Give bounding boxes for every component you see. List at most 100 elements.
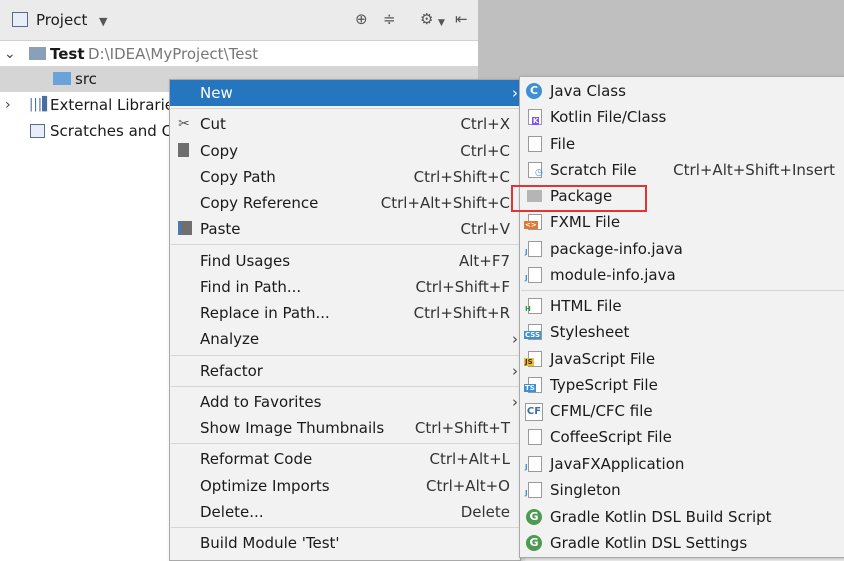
menu-item-label: Refactor [200, 362, 263, 380]
menu-item-shortcut: Ctrl+Shift+F [415, 278, 510, 296]
gradle-icon: G [526, 509, 542, 525]
submenu-item-module-info[interactable]: J module-info.java [520, 262, 844, 288]
chevron-right-icon[interactable]: › [5, 92, 11, 118]
menu-item-label: Analyze [200, 330, 260, 348]
menu-item-add-to-favorites[interactable]: Add to Favorites › [170, 389, 520, 415]
menu-item-label: CoffeeScript File [550, 428, 672, 446]
locate-target-icon[interactable]: ⊕ [355, 9, 368, 29]
submenu-item-coffeescript-file[interactable]: CoffeeScript File [520, 424, 844, 450]
menu-item-shortcut: Ctrl+Shift+T [414, 419, 510, 437]
menu-item-label: Gradle Kotlin DSL Build Script [550, 508, 772, 526]
paste-icon [178, 221, 192, 235]
chevron-right-icon: › [512, 362, 518, 380]
hide-panel-icon[interactable]: ⇤ [455, 9, 468, 29]
menu-item-label: Reformat Code [200, 450, 313, 468]
submenu-item-singleton[interactable]: J Singleton [520, 477, 844, 503]
java-badge-icon: J [525, 489, 528, 497]
menu-item-copy[interactable]: Copy Ctrl+C [170, 138, 520, 164]
menu-item-find-usages[interactable]: Find Usages Alt+F7 [170, 248, 520, 274]
fxml-badge-icon: <> [524, 221, 538, 229]
menu-item-new[interactable]: New › [170, 80, 520, 106]
scratches-icon [30, 124, 45, 138]
menu-item-refactor[interactable]: Refactor › [170, 358, 520, 384]
menu-item-label: module-info.java [550, 266, 676, 284]
menu-item-show-image-thumbnails[interactable]: Show Image Thumbnails Ctrl+Shift+T [170, 415, 520, 441]
menu-item-find-in-path[interactable]: Find in Path... Ctrl+Shift+F [170, 274, 520, 300]
menu-item-delete[interactable]: Delete... Delete [170, 499, 520, 525]
submenu-item-java-class[interactable]: C Java Class [520, 78, 844, 104]
menu-item-reformat-code[interactable]: Reformat Code Ctrl+Alt+L [170, 446, 520, 472]
gear-icon[interactable]: ⚙ [420, 9, 433, 29]
tree-item-label: External Libraries [50, 96, 182, 114]
menu-item-analyze[interactable]: Analyze › [170, 326, 520, 352]
submenu-item-javafx-application[interactable]: J JavaFXApplication [520, 451, 844, 477]
submenu-item-kotlin-file-class[interactable]: K Kotlin File/Class [520, 104, 844, 130]
gradle-icon: G [526, 535, 542, 551]
menu-separator [171, 244, 519, 245]
menu-item-shortcut: Ctrl+Alt+Shift+Insert [673, 161, 835, 179]
menu-item-shortcut: Alt+F7 [458, 252, 510, 270]
coffeescript-file-icon [528, 429, 542, 445]
menu-item-copy-path[interactable]: Copy Path Ctrl+Shift+C [170, 164, 520, 190]
submenu-item-typescript-file[interactable]: TS TypeScript File [520, 372, 844, 398]
submenu-item-file[interactable]: File [520, 131, 844, 157]
project-view-title[interactable]: Project [36, 11, 87, 29]
menu-item-label: Optimize Imports [200, 477, 330, 495]
menu-item-optimize-imports[interactable]: Optimize Imports Ctrl+Alt+O [170, 473, 520, 499]
collapse-all-icon[interactable]: ≑ [383, 9, 396, 29]
menu-item-label: Copy [200, 142, 239, 160]
java-class-icon: C [526, 83, 542, 99]
menu-item-shortcut: Ctrl+Alt+O [426, 477, 510, 495]
tree-item-label: Scratches and Co [50, 122, 182, 140]
menu-item-shortcut: Delete [460, 503, 510, 521]
submenu-item-stylesheet[interactable]: CSS Stylesheet [520, 319, 844, 345]
menu-item-cut[interactable]: ✂ Cut Ctrl+X [170, 111, 520, 137]
submenu-item-gradle-kotlin-settings[interactable]: G Gradle Kotlin DSL Settings [520, 530, 844, 556]
menu-item-build-module[interactable]: Build Module 'Test' [170, 530, 520, 556]
project-toolbar: Project ▼ ⊕ ≑ ⚙ ▼ ⇤ [0, 0, 478, 41]
new-submenu: C Java Class K Kotlin File/Class File ◷ … [519, 76, 844, 558]
java-badge-icon: J [525, 274, 528, 282]
clock-badge-icon: ◷ [535, 168, 543, 178]
menu-separator [171, 386, 519, 387]
menu-separator [171, 355, 519, 356]
menu-item-shortcut: Ctrl+Shift+C [413, 168, 510, 186]
submenu-item-cfml-cfc-file[interactable]: CF CFML/CFC file [520, 398, 844, 424]
chevron-down-icon[interactable]: ▼ [99, 12, 107, 32]
cfml-file-icon: CF [525, 403, 543, 421]
java-file-icon [528, 456, 542, 472]
menu-item-label: HTML File [550, 297, 622, 315]
source-folder-icon [53, 72, 71, 85]
chevron-down-icon[interactable]: ⌄ [4, 41, 16, 67]
menu-item-label: FXML File [550, 213, 621, 231]
submenu-item-gradle-kotlin-build[interactable]: G Gradle Kotlin DSL Build Script [520, 504, 844, 530]
chevron-down-icon[interactable]: ▼ [438, 13, 445, 33]
js-badge-icon: JS [524, 358, 534, 366]
menu-item-label: New [200, 84, 233, 102]
html-badge-icon: H [525, 305, 531, 313]
menu-item-label: File [550, 135, 576, 153]
context-menu: New › ✂ Cut Ctrl+X Copy Ctrl+C Copy Path… [169, 79, 521, 561]
submenu-item-javascript-file[interactable]: JS JavaScript File [520, 346, 844, 372]
submenu-item-html-file[interactable]: H HTML File [520, 293, 844, 319]
menu-item-shortcut: Ctrl+Shift+R [413, 304, 510, 322]
project-view-icon[interactable] [12, 12, 28, 27]
submenu-item-fxml-file[interactable]: <> FXML File [520, 209, 844, 235]
submenu-item-scratch-file[interactable]: ◷ Scratch File Ctrl+Alt+Shift+Insert [520, 157, 844, 183]
menu-separator [171, 443, 519, 444]
menu-item-label: TypeScript File [550, 376, 658, 394]
tree-item-test[interactable]: ⌄ Test D:\IDEA\MyProject\Test [0, 41, 478, 67]
menu-item-copy-reference[interactable]: Copy Reference Ctrl+Alt+Shift+C [170, 190, 520, 216]
menu-item-paste[interactable]: Paste Ctrl+V [170, 216, 520, 242]
chevron-right-icon: › [512, 330, 518, 348]
tree-item-label: Test [50, 45, 85, 63]
library-icon: |||▌ [29, 97, 53, 112]
submenu-item-package-info[interactable]: J package-info.java [520, 236, 844, 262]
menu-item-label: Stylesheet [550, 323, 630, 341]
menu-item-label: Kotlin File/Class [550, 108, 667, 126]
menu-item-label: Show Image Thumbnails [200, 419, 385, 437]
tree-item-path: D:\IDEA\MyProject\Test [88, 45, 259, 63]
file-icon [528, 136, 542, 152]
menu-item-replace-in-path[interactable]: Replace in Path... Ctrl+Shift+R [170, 300, 520, 326]
java-file-icon [528, 482, 542, 498]
